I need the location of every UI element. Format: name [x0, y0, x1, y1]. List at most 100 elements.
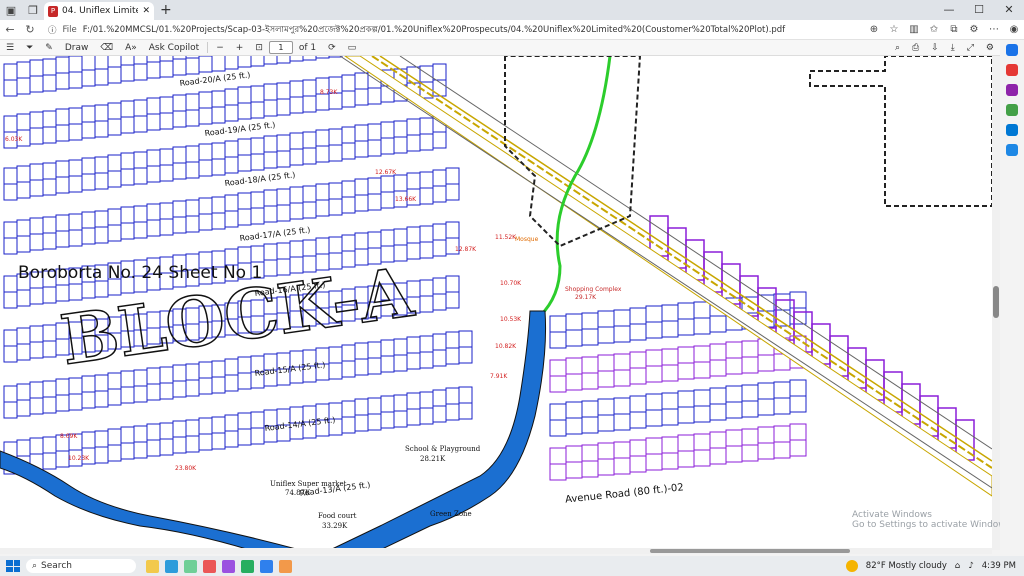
- word-sidebar-icon[interactable]: [1006, 144, 1018, 156]
- more-icon[interactable]: ⋯: [984, 24, 1004, 35]
- outlook-sidebar-icon[interactable]: [1006, 124, 1018, 136]
- ask-copilot-button[interactable]: Ask Copilot: [143, 43, 205, 53]
- collections-icon[interactable]: ⧉: [944, 24, 964, 35]
- rotate-icon[interactable]: ⟳: [322, 43, 342, 53]
- zoom-out-icon[interactable]: −: [210, 43, 230, 53]
- tools-sidebar-icon[interactable]: [1006, 84, 1018, 96]
- file-explorer-icon[interactable]: [146, 559, 159, 573]
- volume-icon[interactable]: ♪: [968, 561, 973, 571]
- plot: [432, 293, 447, 311]
- eraser-icon[interactable]: ⌫: [94, 43, 119, 53]
- page-number-input[interactable]: 1: [268, 41, 293, 54]
- save-as-icon[interactable]: ⤓: [945, 43, 961, 53]
- plot: [565, 461, 583, 479]
- plot: [367, 139, 382, 157]
- pdf-page[interactable]: Boroborta No. 24 Sheet No 1 BLOCK-A Road…: [0, 56, 992, 550]
- clock[interactable]: 4:39 PM: [982, 561, 1016, 571]
- page-total: of 1: [298, 42, 317, 53]
- plot: [367, 123, 382, 141]
- back-icon[interactable]: ←: [0, 23, 20, 36]
- fit-page-icon[interactable]: ⊡: [249, 43, 269, 53]
- search-icon[interactable]: ⌕: [889, 43, 906, 53]
- plot: [367, 177, 382, 195]
- powerpoint-icon[interactable]: [279, 559, 292, 573]
- workspaces-icon[interactable]: ▣: [0, 4, 22, 17]
- split-screen-icon[interactable]: ▥: [904, 24, 924, 35]
- new-tab-button[interactable]: +: [160, 2, 172, 18]
- plot: [29, 111, 44, 129]
- zoom-in-icon[interactable]: +: [230, 43, 250, 53]
- store-icon[interactable]: [184, 559, 197, 573]
- plot: [29, 163, 44, 181]
- plot: [709, 387, 727, 405]
- favorites-icon[interactable]: ✩: [924, 24, 944, 35]
- network-icon[interactable]: ⌂: [955, 561, 960, 571]
- app-icon[interactable]: [222, 559, 235, 573]
- copilot-icon[interactable]: ◉: [1004, 24, 1024, 35]
- copilot-sidebar-icon[interactable]: [1006, 44, 1018, 56]
- plot: [55, 230, 70, 248]
- plot: [55, 176, 70, 194]
- plot: [146, 113, 161, 131]
- vertical-scrollbar[interactable]: [992, 56, 1000, 550]
- plot: [328, 128, 343, 146]
- taskbar-search-label: Search: [41, 561, 72, 571]
- tab-active-pdf[interactable]: P 04. Uniflex Limited (Coustomer Total P…: [44, 2, 154, 20]
- refresh-icon[interactable]: ↻: [20, 23, 40, 36]
- plot: [133, 425, 148, 443]
- plot: [68, 159, 83, 177]
- filter-icon[interactable]: ⏷: [20, 43, 39, 53]
- tab-actions-icon[interactable]: ❐: [22, 4, 44, 17]
- minimize-button[interactable]: —: [934, 0, 964, 20]
- plot: [29, 179, 44, 197]
- settings-icon[interactable]: ⚙: [980, 43, 1000, 53]
- plot: [185, 57, 200, 75]
- pdf-app-icon[interactable]: [203, 559, 216, 573]
- taskbar-search[interactable]: ⌕ Search: [26, 559, 136, 573]
- plot: [432, 389, 447, 407]
- shopping-sidebar-icon[interactable]: [1006, 64, 1018, 76]
- print-icon[interactable]: ⎙: [906, 43, 925, 53]
- plot: [629, 323, 647, 341]
- horizontal-scrollbar[interactable]: [0, 548, 992, 554]
- excel-icon[interactable]: [241, 559, 254, 573]
- plot: [120, 56, 135, 66]
- edge-icon[interactable]: [165, 559, 178, 573]
- plot: [16, 113, 31, 131]
- plot: [172, 436, 187, 454]
- save-icon[interactable]: ⇩: [925, 43, 945, 53]
- plot: [94, 172, 109, 190]
- hscroll-thumb[interactable]: [650, 549, 850, 553]
- read-aloud-icon[interactable]: A»: [119, 43, 143, 53]
- plot: [789, 379, 807, 397]
- plot: [581, 460, 599, 478]
- plot: [315, 237, 330, 255]
- plot-size-label: 7.91K: [490, 373, 508, 380]
- start-button[interactable]: [6, 560, 20, 572]
- plot: [693, 317, 711, 335]
- plot: [757, 426, 775, 444]
- fullscreen-icon[interactable]: ⤢: [961, 43, 980, 53]
- plot: [237, 154, 252, 172]
- plot: [68, 71, 83, 89]
- word-icon[interactable]: [260, 559, 273, 573]
- draw-button[interactable]: Draw: [59, 43, 95, 53]
- plot: [120, 386, 135, 404]
- plot: [565, 329, 583, 347]
- contents-icon[interactable]: ☰: [0, 43, 20, 53]
- url-field[interactable]: ⓘ File F:/01.%20MMCSL/01.%20Projects/Sca…: [48, 22, 856, 38]
- plot: [224, 56, 239, 70]
- plot: [172, 420, 187, 438]
- zoom-icon[interactable]: ⊕: [864, 24, 884, 35]
- close-tab-icon[interactable]: ✕: [142, 6, 150, 16]
- games-sidebar-icon[interactable]: [1006, 104, 1018, 116]
- maximize-button[interactable]: ☐: [964, 0, 994, 20]
- favorite-icon[interactable]: ☆: [884, 24, 904, 35]
- weather-text[interactable]: 82°F Mostly cloudy: [866, 561, 947, 571]
- scroll-thumb[interactable]: [993, 286, 999, 318]
- page-view-icon[interactable]: ▭: [342, 43, 363, 53]
- plot: [406, 392, 421, 410]
- close-window-button[interactable]: ✕: [994, 0, 1024, 20]
- extensions-icon[interactable]: ⚙: [964, 24, 984, 35]
- draw-icon[interactable]: ✎: [39, 43, 59, 53]
